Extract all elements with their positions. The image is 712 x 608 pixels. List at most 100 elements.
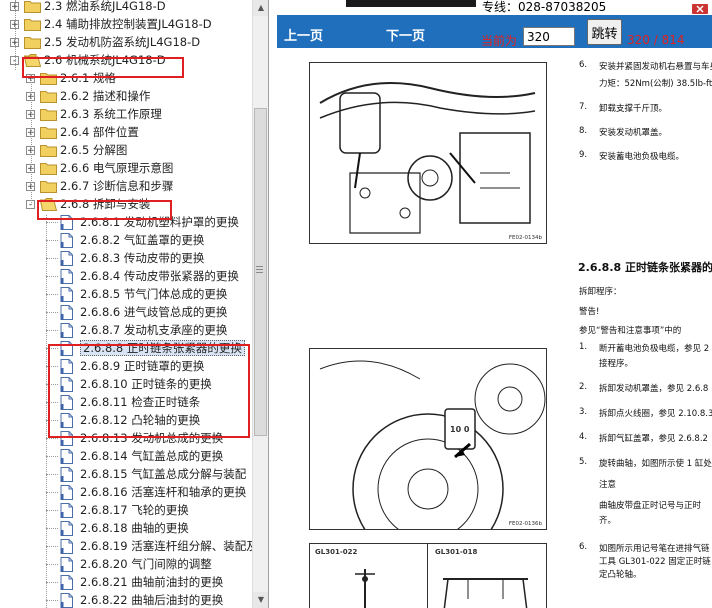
step-text: 曲轴皮带盘正时记号与正时 — [599, 501, 702, 511]
tree-item-r25[interactable]: 2.6.8.14 气缸盖总成的更换 — [60, 447, 223, 465]
step-number: 7. — [579, 102, 588, 112]
tree-item-label: 2.6.8.2 气缸盖罩的更换 — [80, 233, 205, 247]
scroll-up-arrow-icon[interactable]: ▲ — [253, 0, 268, 16]
tree-item-label: 2.6.8.3 传动皮带的更换 — [80, 251, 205, 265]
tree-item-r28[interactable]: 2.6.8.17 飞轮的更换 — [60, 501, 189, 519]
step-text: 力矩：52Nm(公制) 38.5lb-ft( — [599, 79, 712, 89]
document-page-icon — [60, 520, 74, 537]
document-page-icon — [60, 322, 74, 339]
document-page-icon — [60, 502, 74, 519]
page-number-input[interactable] — [523, 27, 575, 46]
tree-item-label: 2.6.8.17 飞轮的更换 — [80, 503, 189, 517]
document-page-icon — [60, 466, 74, 483]
tree-item-r13[interactable]: 2.6.8.2 气缸盖罩的更换 — [60, 231, 204, 249]
tree-item-r2[interactable]: 2.5 发动机防盗系统JL4G18-D — [24, 33, 200, 51]
tree-connector — [46, 528, 58, 529]
document-page-icon — [60, 286, 74, 303]
tree-item-r26[interactable]: 2.6.8.15 气缸盖总成分解与装配 — [60, 465, 246, 483]
tool-panel-1: GL301-022 — [310, 544, 428, 608]
folder-icon — [40, 108, 57, 121]
folder-icon — [40, 90, 57, 103]
tree-item-r29[interactable]: 2.6.8.18 曲轴的更换 — [60, 519, 189, 537]
tree-connector — [46, 456, 58, 457]
step-text: 拆卸点火线圈，参见 2.10.8.3 — [599, 409, 712, 419]
tree-connector — [46, 258, 58, 259]
tree-item-r0[interactable]: 2.3 燃油系统JL4G18-D — [24, 0, 166, 15]
step-text: 安装发动机罩盖。 — [599, 128, 668, 138]
tree-item-label: 2.6.8.21 曲轴前油封的更换 — [80, 575, 224, 589]
tree-item-label: 2.6.8.15 气缸盖总成分解与装配 — [80, 467, 247, 481]
document-page-icon — [60, 484, 74, 501]
tree-item-r6[interactable]: 2.6.3 系统工作原理 — [40, 105, 162, 123]
document-page-icon — [60, 538, 74, 555]
tree-scrollbar[interactable]: ▲ ▼ — [252, 0, 268, 608]
scroll-grip — [256, 269, 263, 270]
section-title: 2.6.8.8 正时链条张紧器的 — [578, 261, 712, 274]
removal-procedure-label: 拆卸程序： — [579, 287, 622, 297]
highlight-box-items — [48, 344, 250, 438]
page-count: 320 / 814 — [627, 33, 685, 47]
step-number: 1. — [579, 342, 588, 352]
document-page-icon — [60, 574, 74, 591]
tree-item-r17[interactable]: 2.6.8.6 进气歧管总成的更换 — [60, 303, 227, 321]
next-page-button[interactable]: 下一页 — [386, 25, 425, 44]
tree-connector — [46, 312, 58, 313]
tree-connector — [46, 582, 58, 583]
step-number: 6. — [579, 542, 588, 552]
tree-item-r14[interactable]: 2.6.8.3 传动皮带的更换 — [60, 249, 204, 267]
step-text: 工具 GL301-022 固定正时链 — [599, 557, 711, 567]
tree-item-label: 2.6.8.4 传动皮带张紧器的更换 — [80, 269, 239, 283]
tree-item-r27[interactable]: 2.6.8.16 活塞连杆和轴承的更换 — [60, 483, 246, 501]
tree-item-r9[interactable]: 2.6.6 电气原理示意图 — [40, 159, 173, 177]
tree-item-r31[interactable]: 2.6.8.20 气门间隙的调整 — [60, 555, 212, 573]
tree-item-r8[interactable]: 2.6.5 分解图 — [40, 141, 127, 159]
tree-item-label: 2.6.8.18 曲轴的更换 — [80, 521, 189, 535]
document-page-icon — [60, 592, 74, 608]
folder-icon — [24, 18, 41, 31]
tree-item-r16[interactable]: 2.6.8.5 节气门体总成的更换 — [60, 285, 227, 303]
tree-item-r30[interactable]: 2.6.8.19 活塞连杆组分解、装配及 — [60, 537, 258, 555]
engine-figure-1: FE02-0134b — [309, 62, 547, 244]
scroll-down-arrow-icon[interactable]: ▼ — [253, 592, 268, 608]
tree-connector — [46, 222, 58, 223]
tree-item-label: 2.4 辅助排放控制装置JL4G18-D — [44, 17, 212, 31]
document-page-icon — [60, 232, 74, 249]
step-text: 齐。 — [599, 516, 617, 526]
tree-item-label: 2.6.8.20 气门间隙的调整 — [80, 557, 212, 571]
tree-item-label: 2.6.8.16 活塞连杆和轴承的更换 — [80, 485, 247, 499]
scroll-grip — [256, 266, 263, 267]
tree-item-r7[interactable]: 2.6.4 部件位置 — [40, 123, 139, 141]
tree-item-label: 2.6.6 电气原理示意图 — [60, 161, 174, 175]
engine-figure-2: 10 0 FE02-0136b — [309, 348, 547, 530]
tree-connector — [46, 510, 58, 511]
tree-connector — [46, 294, 58, 295]
tree-item-label: 2.3 燃油系统JL4G18-D — [44, 0, 166, 13]
tree-item-label: 2.5 发动机防盗系统JL4G18-D — [44, 35, 201, 49]
tree-connector — [46, 330, 58, 331]
step-text: 安装并紧固发动机右悬置与车身 — [599, 62, 712, 72]
step-text: 拆卸发动机罩盖，参见 2.6.8 — [599, 384, 709, 394]
jump-button[interactable]: 跳转 — [587, 19, 622, 45]
close-icon[interactable] — [690, 1, 710, 15]
prev-page-button[interactable]: 上一页 — [284, 25, 323, 44]
tree-item-r5[interactable]: 2.6.2 描述和操作 — [40, 87, 150, 105]
step-text: 注意 — [599, 480, 617, 490]
tree-item-r15[interactable]: 2.6.8.4 传动皮带张紧器的更换 — [60, 267, 239, 285]
document-page: FE02-0134b 6. 安装并紧固发动机右悬置与车身 力矩：52Nm(公制) 3… — [277, 48, 712, 608]
document-page-icon — [60, 304, 74, 321]
tree-connector — [46, 546, 58, 547]
step-number: 4. — [579, 432, 588, 442]
tree-item-r18[interactable]: 2.6.8.7 发动机支承座的更换 — [60, 321, 227, 339]
tree-item-r32[interactable]: 2.6.8.21 曲轴前油封的更换 — [60, 573, 223, 591]
tree-connector — [46, 564, 58, 565]
step-number: 8. — [579, 126, 588, 136]
step-text: 接程序。 — [599, 359, 634, 369]
tree-item-r1[interactable]: 2.4 辅助排放控制装置JL4G18-D — [24, 15, 212, 33]
tree-connector — [46, 240, 58, 241]
tree-item-label: 2.6.8.7 发动机支承座的更换 — [80, 323, 228, 337]
tree-item-label: 2.6.8.6 进气歧管总成的更换 — [80, 305, 228, 319]
tree-item-r10[interactable]: 2.6.7 诊断信息和步骤 — [40, 177, 173, 195]
tree-connector — [46, 474, 58, 475]
tree-item-r33[interactable]: 2.6.8.22 曲轴后油封的更换 — [60, 591, 223, 608]
folder-icon — [40, 126, 57, 139]
